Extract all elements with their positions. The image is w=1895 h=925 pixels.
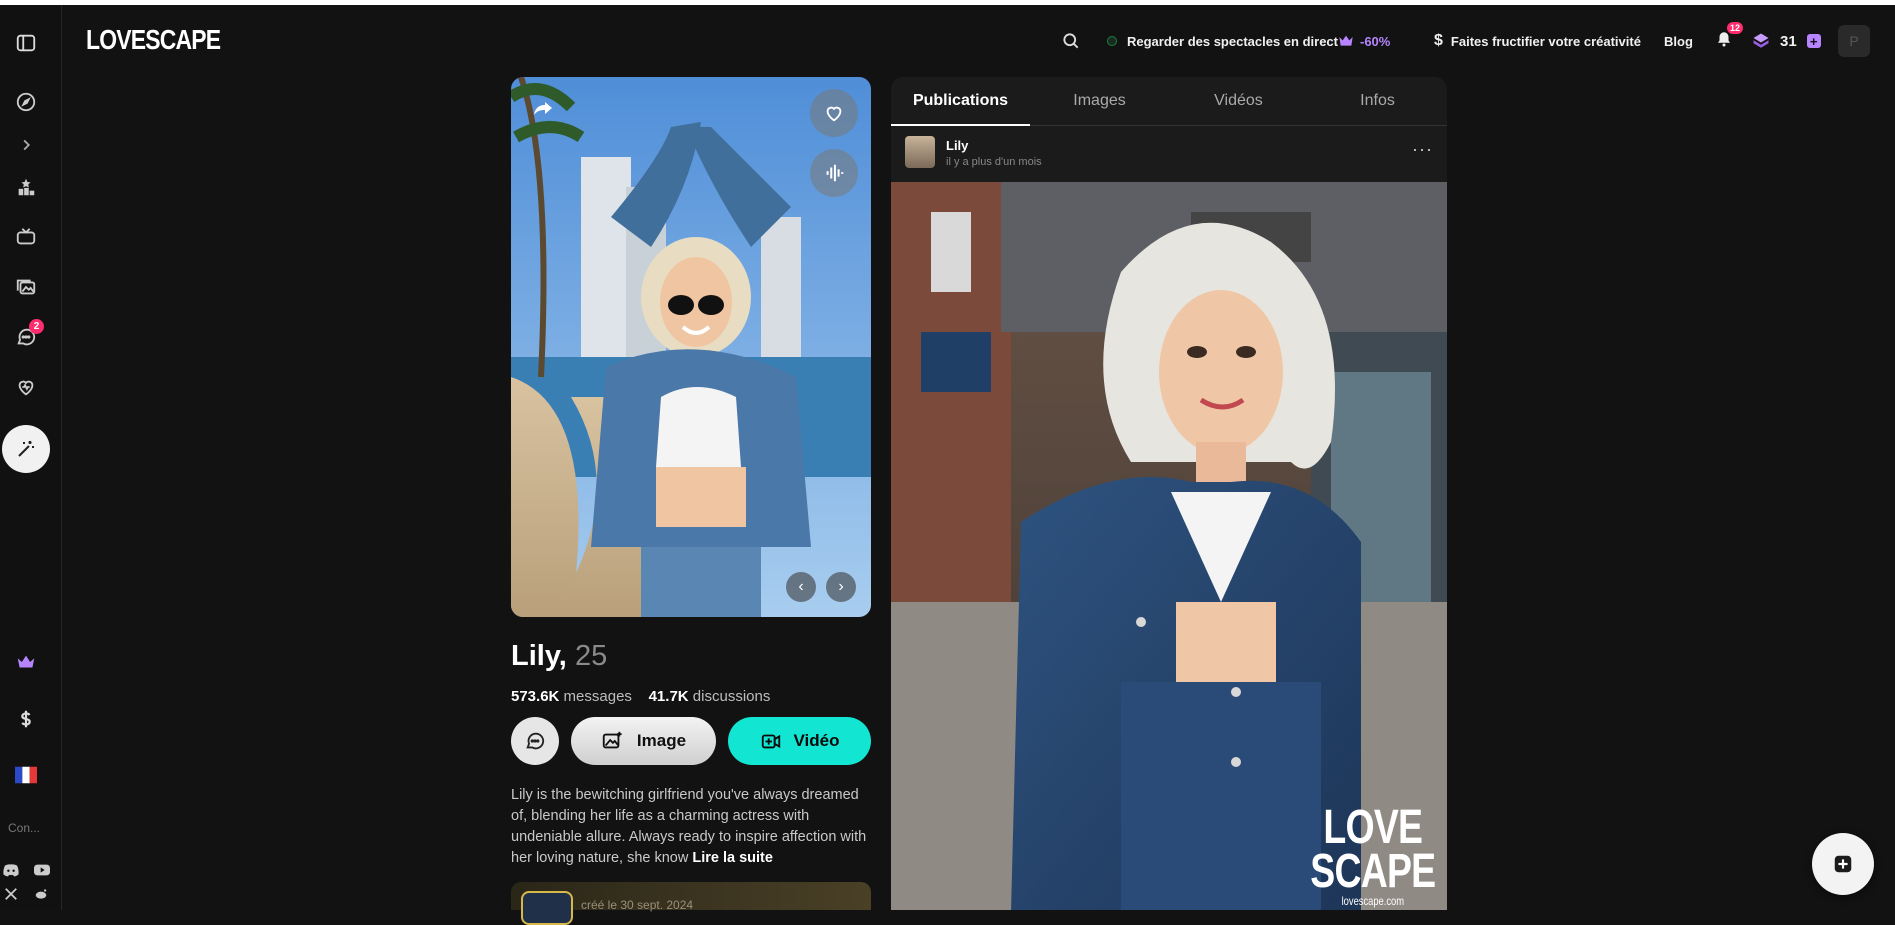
- live-shows-link[interactable]: Regarder des spectacles en direct: [1107, 22, 1338, 60]
- tab-publications[interactable]: Publications: [891, 77, 1030, 126]
- crown-icon[interactable]: [12, 648, 40, 676]
- crown-icon: [1339, 35, 1353, 46]
- prev-photo-button[interactable]: ‹: [786, 572, 816, 602]
- browser-top-strip: [0, 0, 1895, 5]
- character-name: Lily,: [511, 640, 567, 672]
- chevron-left-icon: ‹: [798, 578, 804, 595]
- dollar-icon[interactable]: [12, 705, 40, 733]
- chat-button[interactable]: [511, 717, 559, 765]
- search-button[interactable]: [1061, 22, 1081, 60]
- messages-label: messages: [563, 688, 632, 705]
- x-twitter-icon[interactable]: [4, 887, 24, 903]
- post-timestamp: il y a plus d'un mois: [946, 156, 1042, 168]
- app-logo[interactable]: LOVESCAPE: [86, 24, 221, 56]
- feed-panel: Publications Images Vidéos Infos Lily il…: [891, 77, 1447, 910]
- search-icon: [1063, 33, 1079, 49]
- share-button[interactable]: [531, 97, 555, 126]
- magic-wand-icon: [18, 441, 34, 457]
- chevron-right-icon: ›: [838, 578, 844, 595]
- soundwave-icon: [826, 164, 844, 182]
- creator-card[interactable]: créé le 30 sept. 2024: [511, 882, 871, 925]
- watermark-line2: SCAPE: [1309, 845, 1436, 898]
- notifications-button[interactable]: 12: [1715, 21, 1743, 60]
- feed-tabs: Publications Images Vidéos Infos: [891, 77, 1447, 126]
- post-header: Lily il y a plus d'un mois ···: [891, 125, 1447, 182]
- live-shows-label: Regarder des spectacles en direct: [1127, 33, 1338, 49]
- sidebar-toggle-icon[interactable]: [12, 29, 40, 57]
- tv-icon[interactable]: [12, 223, 40, 251]
- watermark-logo: LOVE SCAPE lovescape.com: [1309, 804, 1436, 909]
- share-icon: [534, 102, 552, 115]
- video-plus-icon: [761, 734, 780, 749]
- heart-sparkle-icon[interactable]: [12, 373, 40, 401]
- messages-count: 573.6K: [511, 688, 560, 705]
- chat-bubble-icon: [526, 732, 545, 750]
- generate-video-button[interactable]: Vidéo: [728, 717, 871, 765]
- image-plus-icon: [602, 731, 622, 749]
- post-more-options-button[interactable]: ···: [1412, 139, 1433, 160]
- language-flag-fr[interactable]: [12, 761, 40, 789]
- gems-counter[interactable]: 31 +: [1752, 22, 1821, 60]
- favorite-button[interactable]: [810, 89, 858, 137]
- tab-infos[interactable]: Infos: [1308, 77, 1447, 125]
- gem-icon: [1753, 33, 1769, 48]
- character-description: Lily is the bewitching girlfriend you've…: [511, 785, 871, 869]
- blog-link[interactable]: Blog: [1664, 22, 1693, 60]
- gallery-icon[interactable]: [12, 273, 40, 301]
- connection-label[interactable]: Con...: [8, 821, 40, 835]
- chat-badge: 2: [29, 319, 44, 334]
- promo-label: -60%: [1360, 33, 1391, 49]
- character-stats: 573.6K messages 41.7K discussions: [511, 688, 770, 705]
- reddit-icon[interactable]: [34, 887, 54, 903]
- notification-badge: 12: [1726, 21, 1743, 34]
- tab-images[interactable]: Images: [1030, 77, 1169, 125]
- image-button-label: Image: [636, 731, 687, 750]
- next-photo-button[interactable]: ›: [826, 572, 856, 602]
- read-more-link[interactable]: Lire la suite: [692, 850, 773, 866]
- chevron-right-icon[interactable]: [12, 131, 40, 159]
- gems-count: 31: [1780, 32, 1797, 50]
- discussions-label: discussions: [692, 688, 771, 705]
- compass-icon[interactable]: [12, 88, 40, 116]
- heart-icon: [826, 106, 842, 122]
- character-age: 25: [574, 640, 608, 672]
- create-button[interactable]: [1812, 833, 1874, 895]
- action-buttons: Image Vidéo: [511, 717, 871, 765]
- plus-square-icon: [1834, 855, 1852, 873]
- discord-icon[interactable]: [2, 863, 22, 879]
- chat-icon[interactable]: 2: [12, 319, 44, 351]
- ranking-icon[interactable]: [12, 173, 40, 201]
- post-author-avatar[interactable]: [905, 136, 935, 168]
- tab-videos[interactable]: Vidéos: [1169, 77, 1308, 125]
- voice-button[interactable]: [810, 149, 858, 197]
- post-image[interactable]: LOVE SCAPE lovescape.com: [891, 182, 1447, 910]
- monetize-link[interactable]: $ Faites fructifier votre créativité: [1434, 22, 1641, 60]
- post-author-name[interactable]: Lily: [946, 138, 968, 153]
- blog-label: Blog: [1664, 33, 1693, 49]
- creator-thumbnail: [521, 891, 573, 925]
- add-gems-icon[interactable]: +: [1806, 34, 1821, 49]
- sidebar: 2 Con...: [0, 5, 62, 910]
- generate-image-button[interactable]: Image: [571, 717, 716, 765]
- description-text: Lily is the bewitching girlfriend you've…: [511, 787, 867, 866]
- dollar-icon: $: [1434, 32, 1443, 49]
- discussions-count: 41.7K: [648, 688, 689, 705]
- video-button-label: Vidéo: [793, 731, 840, 750]
- live-dot: [1107, 36, 1117, 46]
- character-name-line: Lily, 25: [511, 640, 607, 673]
- user-avatar[interactable]: P: [1838, 25, 1870, 57]
- promo-link[interactable]: -60%: [1338, 22, 1390, 60]
- monetize-label: Faites fructifier votre créativité: [1450, 33, 1641, 49]
- magic-wand-button[interactable]: [2, 425, 50, 473]
- youtube-icon[interactable]: [34, 863, 54, 879]
- character-main-photo[interactable]: ‹ ›: [511, 77, 871, 617]
